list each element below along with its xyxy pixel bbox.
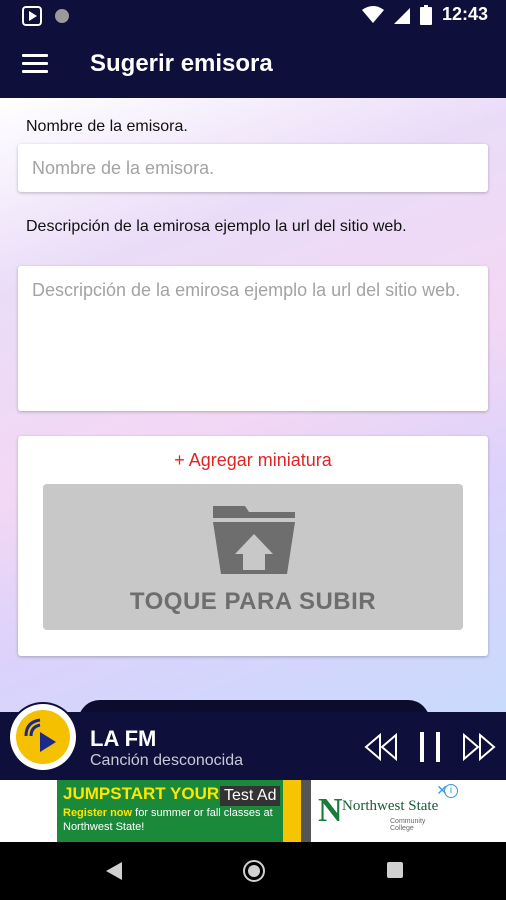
ad-banner[interactable]: JUMPSTART YOUR F Register now for summer… bbox=[0, 780, 506, 842]
home-icon[interactable] bbox=[242, 859, 266, 883]
ad-stripe bbox=[283, 780, 301, 842]
description-input[interactable]: Descripción de la emirosa ejemplo la url… bbox=[18, 266, 488, 411]
ad-divider bbox=[301, 780, 311, 842]
upload-area[interactable]: TOQUE PARA SUBIR bbox=[43, 484, 463, 630]
status-time: 12:43 bbox=[441, 4, 488, 24]
suggest-station-form: Nombre de la emisora. Nombre de la emiso… bbox=[0, 98, 506, 712]
upload-folder-icon bbox=[213, 506, 295, 574]
hamburger-menu-icon[interactable] bbox=[22, 54, 48, 76]
ad-body-em: Register now bbox=[63, 807, 133, 819]
northwest-n-icon: N bbox=[318, 792, 343, 829]
station-name-label: Nombre de la emisora. bbox=[26, 118, 188, 135]
thumbnail-card: + Agregar miniatura TOQUE PARA SUBIR bbox=[18, 436, 488, 656]
mini-player[interactable]: LA FM Canción desconocida bbox=[0, 712, 506, 780]
ad-close-icon[interactable]: ✕ bbox=[436, 782, 448, 799]
test-ad-label: Test Ad bbox=[220, 786, 281, 806]
fast-forward-icon[interactable] bbox=[462, 732, 496, 762]
status-bar: 12:43 bbox=[0, 0, 506, 32]
ad-brand-sub: Community College bbox=[390, 818, 426, 832]
radio-play-logo-icon bbox=[24, 718, 56, 752]
notification-dot-icon bbox=[55, 9, 69, 23]
station-name: LA FM bbox=[90, 726, 157, 751]
pause-icon[interactable] bbox=[416, 730, 444, 764]
back-icon[interactable] bbox=[104, 860, 124, 882]
play-store-icon bbox=[22, 6, 42, 26]
battery-icon bbox=[419, 4, 432, 25]
station-logo[interactable] bbox=[10, 704, 76, 770]
description-label: Descripción de la emirosa ejemplo la url… bbox=[26, 218, 407, 235]
add-thumbnail-button[interactable]: + Agregar miniatura bbox=[18, 450, 488, 471]
signal-icon bbox=[393, 7, 410, 24]
ad-brand-logo[interactable]: N Northwest State Community College bbox=[312, 786, 450, 838]
system-nav-bar bbox=[0, 842, 506, 900]
wifi-icon bbox=[361, 5, 384, 23]
rewind-icon[interactable] bbox=[364, 732, 398, 762]
ad-brand-name: Northwest State bbox=[342, 798, 439, 814]
upload-text: TOQUE PARA SUBIR bbox=[129, 588, 377, 615]
page-title: Sugerir emisora bbox=[90, 50, 273, 77]
track-title: Canción desconocida bbox=[90, 752, 243, 769]
station-name-input[interactable]: Nombre de la emisora. bbox=[18, 144, 488, 192]
ad-body: Register now for summer or fall classes … bbox=[63, 806, 277, 834]
bottom-sheet-handle bbox=[78, 700, 430, 712]
app-bar: Sugerir emisora bbox=[0, 32, 506, 98]
recent-apps-icon[interactable] bbox=[386, 861, 404, 879]
